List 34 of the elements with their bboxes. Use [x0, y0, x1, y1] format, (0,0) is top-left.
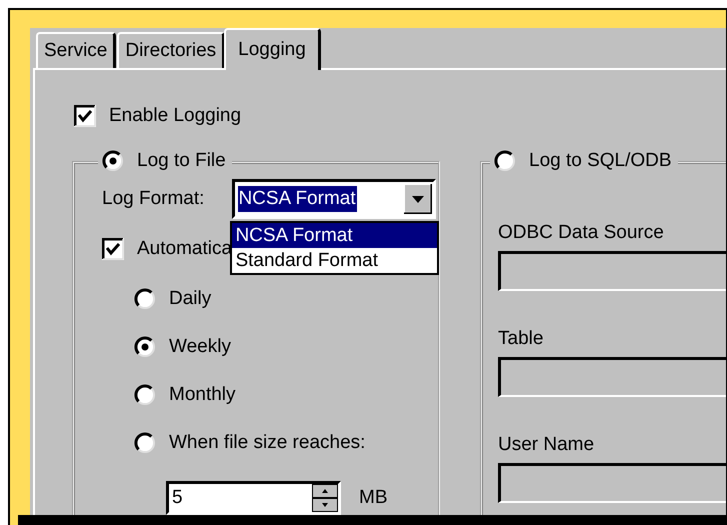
input-field[interactable] — [498, 357, 726, 397]
radio-button[interactable] — [134, 384, 156, 406]
field-label: User Name — [498, 433, 596, 457]
dropdown-value: NCSA Format — [238, 186, 357, 212]
radio-button[interactable] — [494, 150, 516, 172]
spin-arrows-icon[interactable] — [312, 484, 338, 512]
radio-label: When file size reaches: — [169, 431, 366, 455]
radio-label: Log to SQL/ODB — [529, 149, 672, 173]
tab[interactable]: Directories — [117, 32, 226, 68]
field-label: Table — [498, 327, 544, 351]
input-field[interactable] — [498, 251, 726, 291]
checkbox[interactable] — [74, 105, 96, 127]
radio-label: Monthly — [169, 383, 236, 407]
dropdown-option[interactable]: NCSA Format — [232, 223, 438, 248]
radio-button[interactable] — [102, 150, 124, 172]
radio-button[interactable] — [134, 432, 156, 454]
radio-label: Daily — [169, 287, 212, 311]
input-field[interactable] — [498, 463, 726, 503]
radio-button[interactable] — [134, 336, 156, 358]
radio-label: Log to File — [137, 149, 226, 173]
spin-box[interactable]: 5 — [166, 481, 341, 515]
radio-label: Weekly — [169, 335, 231, 359]
field-label: ODBC Data Source — [498, 221, 665, 245]
dropdown-option[interactable]: Standard Format — [232, 248, 438, 273]
tab[interactable]: Logging — [224, 28, 321, 70]
radio-button[interactable] — [134, 288, 156, 310]
tab[interactable]: Service — [36, 32, 116, 68]
dropdown-arrow-icon[interactable] — [404, 184, 432, 214]
checkbox-label: Automatica — [137, 237, 232, 261]
field-label: Log Format: — [102, 187, 204, 211]
unit-label: MB — [359, 486, 388, 510]
checkbox[interactable] — [102, 238, 124, 260]
checkbox-label: Enable Logging — [109, 104, 242, 128]
spin-value: 5 — [172, 487, 183, 509]
